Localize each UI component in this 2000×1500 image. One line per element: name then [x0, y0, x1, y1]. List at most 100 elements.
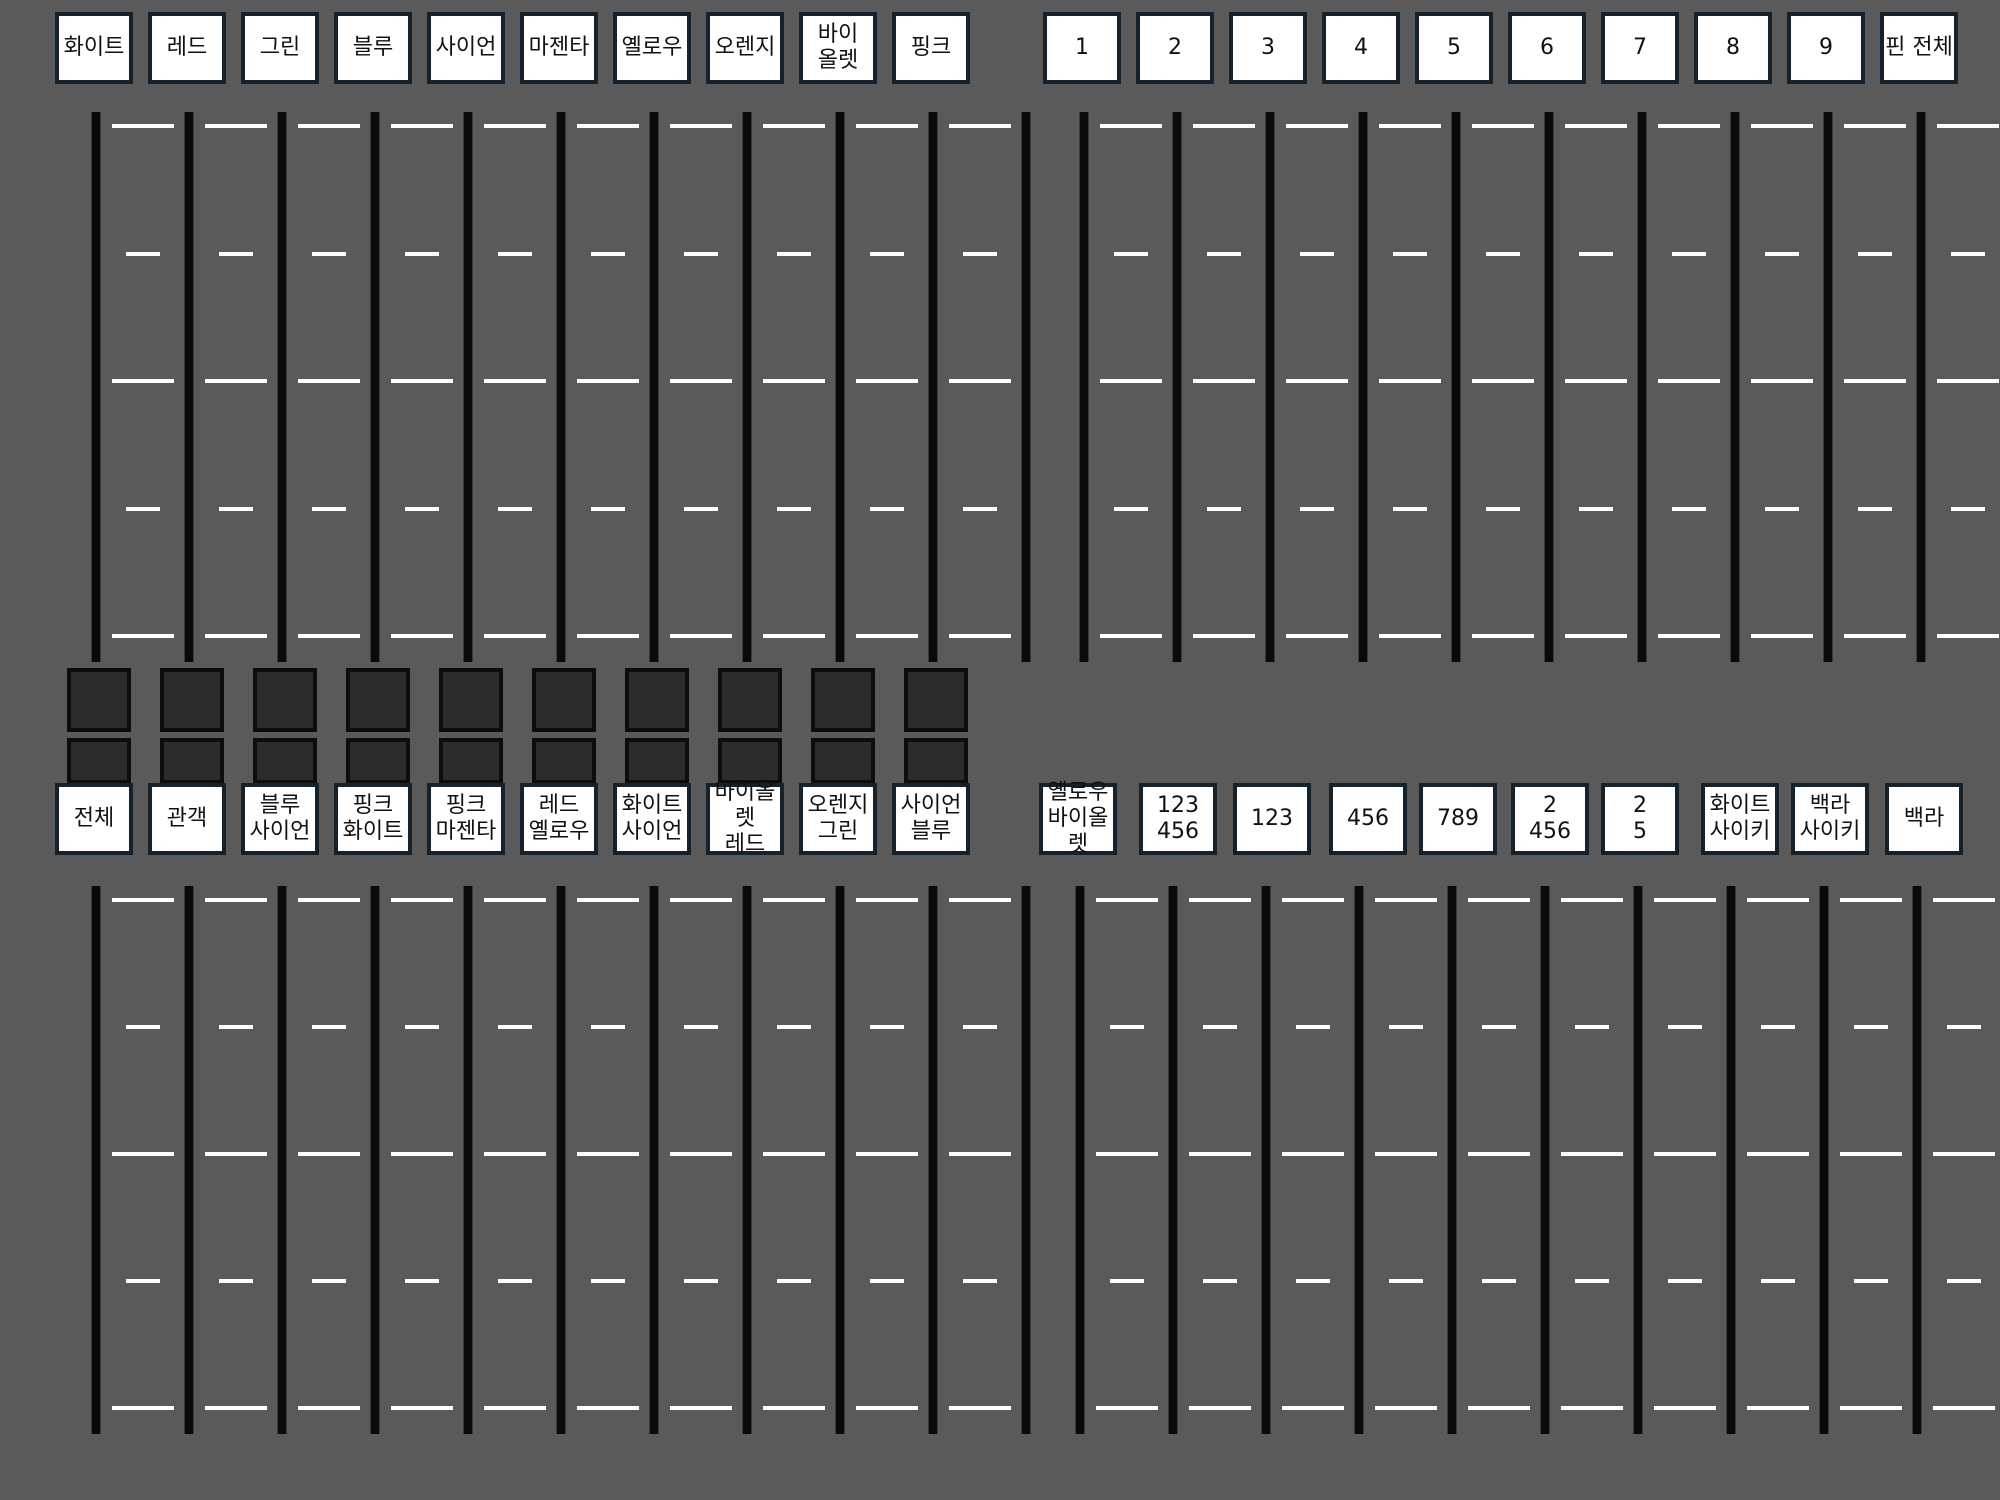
channel-label-pin-6[interactable]: 6 — [1508, 12, 1586, 84]
fader-rail-color-11[interactable] — [1021, 112, 1031, 662]
channel-label-preset-3[interactable]: 123 — [1233, 783, 1311, 855]
fader-rail-group-8[interactable] — [742, 886, 752, 1434]
channel-select-button-5[interactable] — [439, 738, 503, 784]
fader-rail-pin-6[interactable] — [1544, 112, 1554, 662]
channel-label-group-4[interactable]: 핑크 화이트 — [334, 783, 412, 855]
channel-label-group-8[interactable]: 바이올렛 레드 — [706, 780, 784, 857]
fader-rail-color-3[interactable] — [277, 112, 287, 662]
channel-label-group-7[interactable]: 화이트 사이언 — [613, 783, 691, 855]
channel-select-button-2[interactable] — [160, 738, 224, 784]
fader-rail-pin-5[interactable] — [1451, 112, 1461, 662]
fader-rail-pin-8[interactable] — [1730, 112, 1740, 662]
fader-rail-pin-10[interactable] — [1916, 112, 1926, 662]
channel-label-color-3[interactable]: 그린 — [241, 12, 319, 84]
fader-rail-color-5[interactable] — [463, 112, 473, 662]
channel-label-group-10[interactable]: 사이언 블루 — [892, 783, 970, 855]
channel-flash-button-3[interactable] — [253, 668, 317, 732]
fader-rail-group-9[interactable] — [835, 886, 845, 1434]
fader-rail-color-8[interactable] — [742, 112, 752, 662]
fader-rail-group-1[interactable] — [91, 886, 101, 1434]
channel-select-button-9[interactable] — [811, 738, 875, 784]
channel-flash-button-5[interactable] — [439, 668, 503, 732]
channel-label-preset-10[interactable]: 백라 — [1885, 783, 1963, 855]
fader-rail-group-6[interactable] — [556, 886, 566, 1434]
fader-rail-preset-2[interactable] — [1168, 886, 1178, 1434]
channel-select-button-1[interactable] — [67, 738, 131, 784]
channel-label-color-8[interactable]: 오렌지 — [706, 12, 784, 84]
channel-select-button-4[interactable] — [346, 738, 410, 784]
channel-label-group-9[interactable]: 오렌지 그린 — [799, 783, 877, 855]
channel-label-preset-2[interactable]: 123 456 — [1139, 783, 1217, 855]
channel-label-group-3[interactable]: 블루 사이언 — [241, 783, 319, 855]
channel-label-pin-4[interactable]: 4 — [1322, 12, 1400, 84]
channel-label-pin-1[interactable]: 1 — [1043, 12, 1121, 84]
fader-rail-color-1[interactable] — [91, 112, 101, 662]
channel-label-pin-2[interactable]: 2 — [1136, 12, 1214, 84]
channel-label-preset-6[interactable]: 2 456 — [1511, 783, 1589, 855]
channel-flash-button-10[interactable] — [904, 668, 968, 732]
fader-rail-pin-2[interactable] — [1172, 112, 1182, 662]
fader-rail-color-10[interactable] — [928, 112, 938, 662]
channel-label-preset-9[interactable]: 백라 사이키 — [1791, 783, 1869, 855]
fader-rail-pin-9[interactable] — [1823, 112, 1833, 662]
channel-label-pin-5[interactable]: 5 — [1415, 12, 1493, 84]
channel-select-button-6[interactable] — [532, 738, 596, 784]
channel-label-preset-5[interactable]: 789 — [1419, 783, 1497, 855]
channel-flash-button-7[interactable] — [625, 668, 689, 732]
channel-label-color-6[interactable]: 마젠타 — [520, 12, 598, 84]
channel-label-color-1[interactable]: 화이트 — [55, 12, 133, 84]
fader-rail-preset-3[interactable] — [1261, 886, 1271, 1434]
channel-label-color-9[interactable]: 바이 올렛 — [799, 12, 877, 84]
fader-rail-pin-3[interactable] — [1265, 112, 1275, 662]
fader-rail-pin-7[interactable] — [1637, 112, 1647, 662]
fader-rail-preset-9[interactable] — [1819, 886, 1829, 1434]
fader-rail-group-5[interactable] — [463, 886, 473, 1434]
channel-label-color-2[interactable]: 레드 — [148, 12, 226, 84]
fader-rail-preset-10[interactable] — [1912, 886, 1922, 1434]
channel-select-button-10[interactable] — [904, 738, 968, 784]
fader-rail-preset-1[interactable] — [1075, 886, 1085, 1434]
channel-flash-button-1[interactable] — [67, 668, 131, 732]
fader-rail-preset-4[interactable] — [1354, 886, 1364, 1434]
channel-label-group-1[interactable]: 전체 — [55, 783, 133, 855]
channel-label-pin-7[interactable]: 7 — [1601, 12, 1679, 84]
channel-label-pin-3[interactable]: 3 — [1229, 12, 1307, 84]
fader-rail-group-7[interactable] — [649, 886, 659, 1434]
fader-rail-group-2[interactable] — [184, 886, 194, 1434]
channel-label-pin-8[interactable]: 8 — [1694, 12, 1772, 84]
fader-rail-color-7[interactable] — [649, 112, 659, 662]
fader-rail-group-10[interactable] — [928, 886, 938, 1434]
channel-label-color-7[interactable]: 옐로우 — [613, 12, 691, 84]
fader-rail-color-4[interactable] — [370, 112, 380, 662]
channel-label-pin-10[interactable]: 핀 전체 — [1880, 12, 1958, 84]
channel-label-preset-7[interactable]: 2 5 — [1601, 783, 1679, 855]
channel-select-button-7[interactable] — [625, 738, 689, 784]
channel-label-group-6[interactable]: 레드 옐로우 — [520, 783, 598, 855]
fader-rail-preset-8[interactable] — [1726, 886, 1736, 1434]
channel-label-preset-4[interactable]: 456 — [1329, 783, 1407, 855]
fader-rail-preset-6[interactable] — [1540, 886, 1550, 1434]
fader-rail-preset-5[interactable] — [1447, 886, 1457, 1434]
channel-flash-button-2[interactable] — [160, 668, 224, 732]
channel-label-color-5[interactable]: 사이언 — [427, 12, 505, 84]
fader-rail-pin-1[interactable] — [1079, 112, 1089, 662]
fader-rail-group-3[interactable] — [277, 886, 287, 1434]
fader-rail-color-2[interactable] — [184, 112, 194, 662]
fader-rail-color-9[interactable] — [835, 112, 845, 662]
fader-rail-preset-7[interactable] — [1633, 886, 1643, 1434]
channel-label-color-10[interactable]: 핑크 — [892, 12, 970, 84]
channel-flash-button-6[interactable] — [532, 668, 596, 732]
channel-label-group-2[interactable]: 관객 — [148, 783, 226, 855]
channel-flash-button-9[interactable] — [811, 668, 875, 732]
channel-label-preset-1[interactable]: 옐로우 바이올렛 — [1039, 780, 1117, 857]
channel-flash-button-4[interactable] — [346, 668, 410, 732]
channel-select-button-8[interactable] — [718, 738, 782, 784]
fader-rail-group-11[interactable] — [1021, 886, 1031, 1434]
channel-label-pin-9[interactable]: 9 — [1787, 12, 1865, 84]
fader-rail-pin-4[interactable] — [1358, 112, 1368, 662]
fader-rail-color-6[interactable] — [556, 112, 566, 662]
channel-label-preset-8[interactable]: 화이트 사이키 — [1701, 783, 1779, 855]
channel-select-button-3[interactable] — [253, 738, 317, 784]
channel-label-color-4[interactable]: 블루 — [334, 12, 412, 84]
channel-flash-button-8[interactable] — [718, 668, 782, 732]
